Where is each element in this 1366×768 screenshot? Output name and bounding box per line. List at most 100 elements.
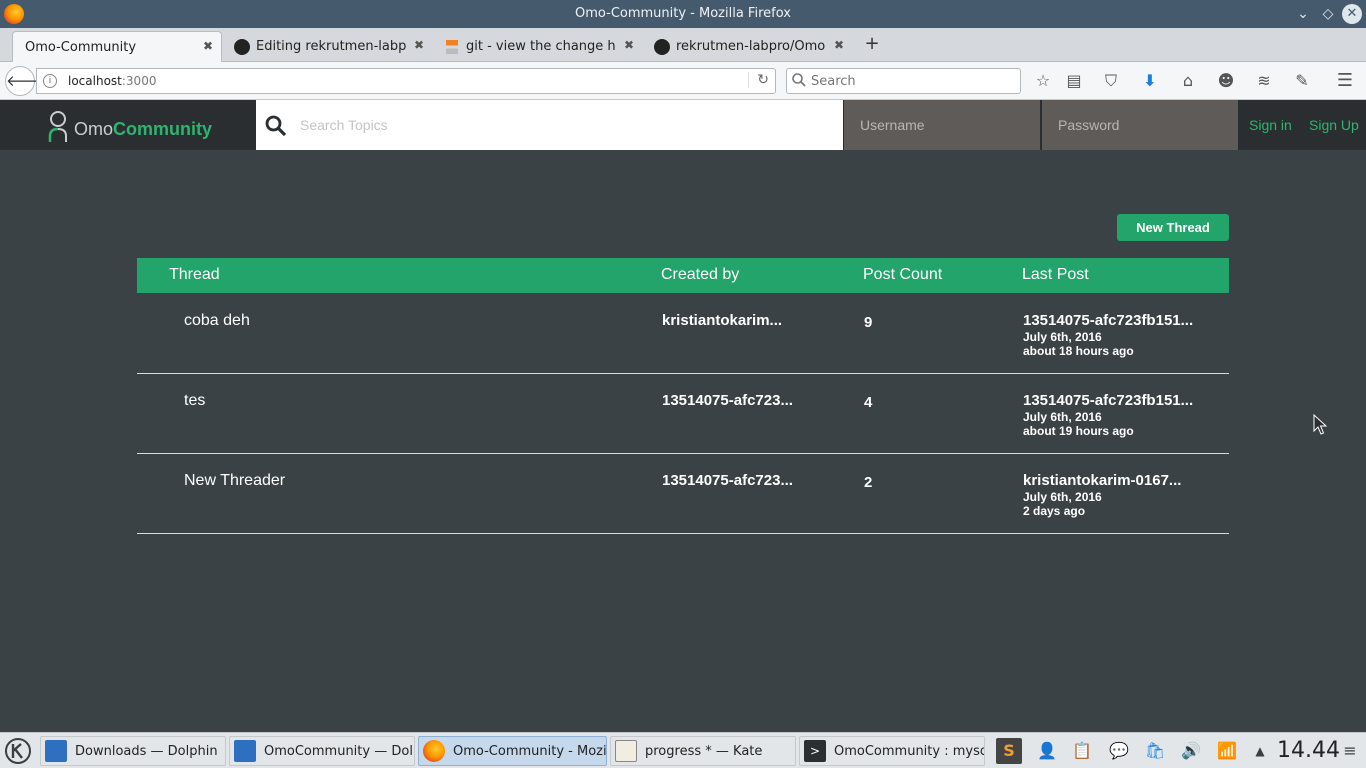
close-tab-icon[interactable]: ✖ [414, 38, 424, 52]
user-status-icon[interactable]: 👤 [1034, 738, 1060, 764]
tab-rekrutmen-labpro[interactable]: rekrutmen-labpro/Omo... ✖ [642, 31, 852, 62]
sign-in-link[interactable]: Sign in [1249, 100, 1292, 150]
panel-options-icon[interactable]: ≡ [1337, 738, 1363, 764]
search-icon [792, 73, 806, 87]
url-text: localhost:3000 [68, 74, 156, 88]
thread-title-link[interactable]: New Threader [184, 472, 285, 490]
updates-icon[interactable]: 🛍 [1142, 738, 1168, 764]
window-titlebar: Omo-Community - Mozilla Firefox ⌄ ◇ ✕ [0, 0, 1366, 28]
threads-table-header: Thread Created by Post Count Last Post [137, 258, 1229, 293]
thread-creator[interactable]: 13514075-afc723... [662, 472, 793, 489]
task-firefox[interactable]: Omo-Community - Mozi [418, 736, 607, 766]
volume-icon[interactable]: 🔊 [1178, 738, 1204, 764]
table-row: New Threader 13514075-afc723... 2 kristi… [137, 454, 1229, 534]
dolphin-icon [234, 740, 256, 762]
thread-title-link[interactable]: coba deh [184, 312, 250, 330]
logo-text: OmoCommunity [74, 119, 212, 142]
minimize-icon[interactable]: ⌄ [1293, 4, 1313, 24]
clipboard-icon[interactable]: 📋 [1069, 738, 1095, 764]
tab-editing-rekrutmen[interactable]: Editing rekrutmen-labp... ✖ [222, 31, 432, 62]
task-label: OmoCommunity : mysql [834, 743, 985, 759]
github-icon [234, 38, 250, 55]
header-thread: Thread [169, 266, 220, 283]
last-post-relative-time: about 19 hours ago [1023, 424, 1134, 438]
reading-list-icon[interactable]: ▤ [1062, 69, 1086, 93]
clock[interactable]: 14.44 [1277, 738, 1340, 763]
task-label: Downloads — Dolphin [75, 743, 218, 759]
last-post-date: July 6th, 2016 [1023, 410, 1102, 424]
sublime-text-icon[interactable]: S [996, 738, 1022, 764]
new-thread-button[interactable]: New Thread [1117, 214, 1229, 241]
maximize-icon[interactable]: ◇ [1318, 4, 1338, 24]
tray-expand-icon[interactable]: ▲ [1247, 738, 1273, 764]
kate-icon [615, 740, 637, 762]
thread-creator[interactable]: kristiantokarim... [662, 312, 782, 329]
browser-search-input[interactable]: Search [786, 68, 1021, 94]
last-post-date: July 6th, 2016 [1023, 490, 1102, 504]
notifications-icon[interactable]: 💬 [1106, 738, 1132, 764]
logo-community: Community [113, 119, 213, 139]
menu-icon[interactable]: ☰ [1333, 69, 1357, 93]
last-post-relative-time: about 18 hours ago [1023, 344, 1134, 358]
addon-icon[interactable]: ≋ [1252, 69, 1276, 93]
wifi-icon[interactable]: 📶 [1214, 738, 1240, 764]
new-tab-button[interactable]: + [862, 32, 882, 56]
task-label: OmoCommunity — Dolp [264, 743, 415, 759]
stackoverflow-icon [446, 39, 458, 54]
taskbar: Downloads — Dolphin OmoCommunity — Dolp … [0, 732, 1366, 768]
last-post-user[interactable]: 13514075-afc723fb151... [1023, 392, 1193, 409]
close-tab-icon[interactable]: ✖ [203, 39, 213, 53]
home-icon[interactable]: ⌂ [1176, 69, 1200, 93]
firefox-icon [423, 740, 445, 762]
thread-post-count: 9 [864, 314, 873, 331]
table-row: tes 13514075-afc723... 4 13514075-afc723… [137, 374, 1229, 454]
last-post-date: July 6th, 2016 [1023, 330, 1102, 344]
logo-omo: Omo [74, 119, 114, 139]
sign-up-link[interactable]: Sign Up [1309, 100, 1359, 150]
url-host: localhost [68, 74, 122, 88]
reload-icon[interactable]: ↻ [748, 72, 769, 88]
password-input[interactable] [1042, 100, 1238, 150]
hello-icon[interactable]: ☻ [1214, 69, 1238, 93]
header-last-post: Last Post [1022, 266, 1089, 283]
task-terminal[interactable]: > OmoCommunity : mysql [799, 736, 985, 766]
tab-omo-community[interactable]: Omo-Community ✖ [12, 31, 222, 62]
username-input[interactable] [844, 100, 1040, 150]
pin-icon[interactable]: ✎ [1290, 69, 1314, 93]
thread-title-link[interactable]: tes [184, 392, 205, 410]
github-icon [654, 38, 670, 55]
site-header: OmoCommunity Sign in Sign Up [0, 100, 1366, 150]
topic-search [256, 100, 843, 150]
task-downloads-dolphin[interactable]: Downloads — Dolphin [40, 736, 226, 766]
search-topics-input[interactable] [300, 113, 820, 137]
last-post-user[interactable]: kristiantokarim-0167... [1023, 472, 1181, 489]
task-label: Omo-Community - Mozi [453, 743, 607, 759]
person-logo-icon [48, 111, 67, 142]
thread-creator[interactable]: 13514075-afc723... [662, 392, 793, 409]
window-title: Omo-Community - Mozilla Firefox [575, 6, 791, 21]
tab-label: Editing rekrutmen-labp... [256, 39, 406, 54]
bookmark-star-icon[interactable]: ☆ [1031, 69, 1055, 93]
task-label: progress * — Kate [645, 743, 763, 759]
last-post-relative-time: 2 days ago [1023, 504, 1086, 518]
navigation-toolbar: 🡐 i localhost:3000 ↻ Search ☆ ▤ ⛉ ⬇ ⌂ ☻ … [0, 62, 1366, 100]
dolphin-icon [45, 740, 67, 762]
kde-launcher-icon[interactable] [4, 737, 32, 765]
close-window-icon[interactable]: ✕ [1342, 4, 1362, 24]
tab-strip: Omo-Community ✖ Editing rekrutmen-labp..… [0, 28, 1366, 62]
last-post-user[interactable]: 13514075-afc723fb151... [1023, 312, 1193, 329]
tab-label: rekrutmen-labpro/Omo... [676, 39, 826, 54]
site-info-icon[interactable]: i [43, 74, 57, 88]
search-icon [265, 115, 287, 137]
close-tab-icon[interactable]: ✖ [624, 38, 634, 52]
task-omocommunity-dolphin[interactable]: OmoCommunity — Dolp [229, 736, 415, 766]
mouse-cursor-icon [1313, 414, 1327, 435]
url-bar[interactable]: i localhost:3000 ↻ [36, 68, 776, 94]
tab-git-view-change[interactable]: git - view the change hi... ✖ [432, 31, 642, 62]
downloads-icon[interactable]: ⬇ [1138, 69, 1162, 93]
task-kate[interactable]: progress * — Kate [610, 736, 796, 766]
back-button[interactable]: 🡐 [5, 66, 46, 96]
site-logo[interactable]: OmoCommunity [46, 108, 212, 142]
pocket-icon[interactable]: ⛉ [1099, 69, 1123, 93]
close-tab-icon[interactable]: ✖ [834, 38, 844, 52]
